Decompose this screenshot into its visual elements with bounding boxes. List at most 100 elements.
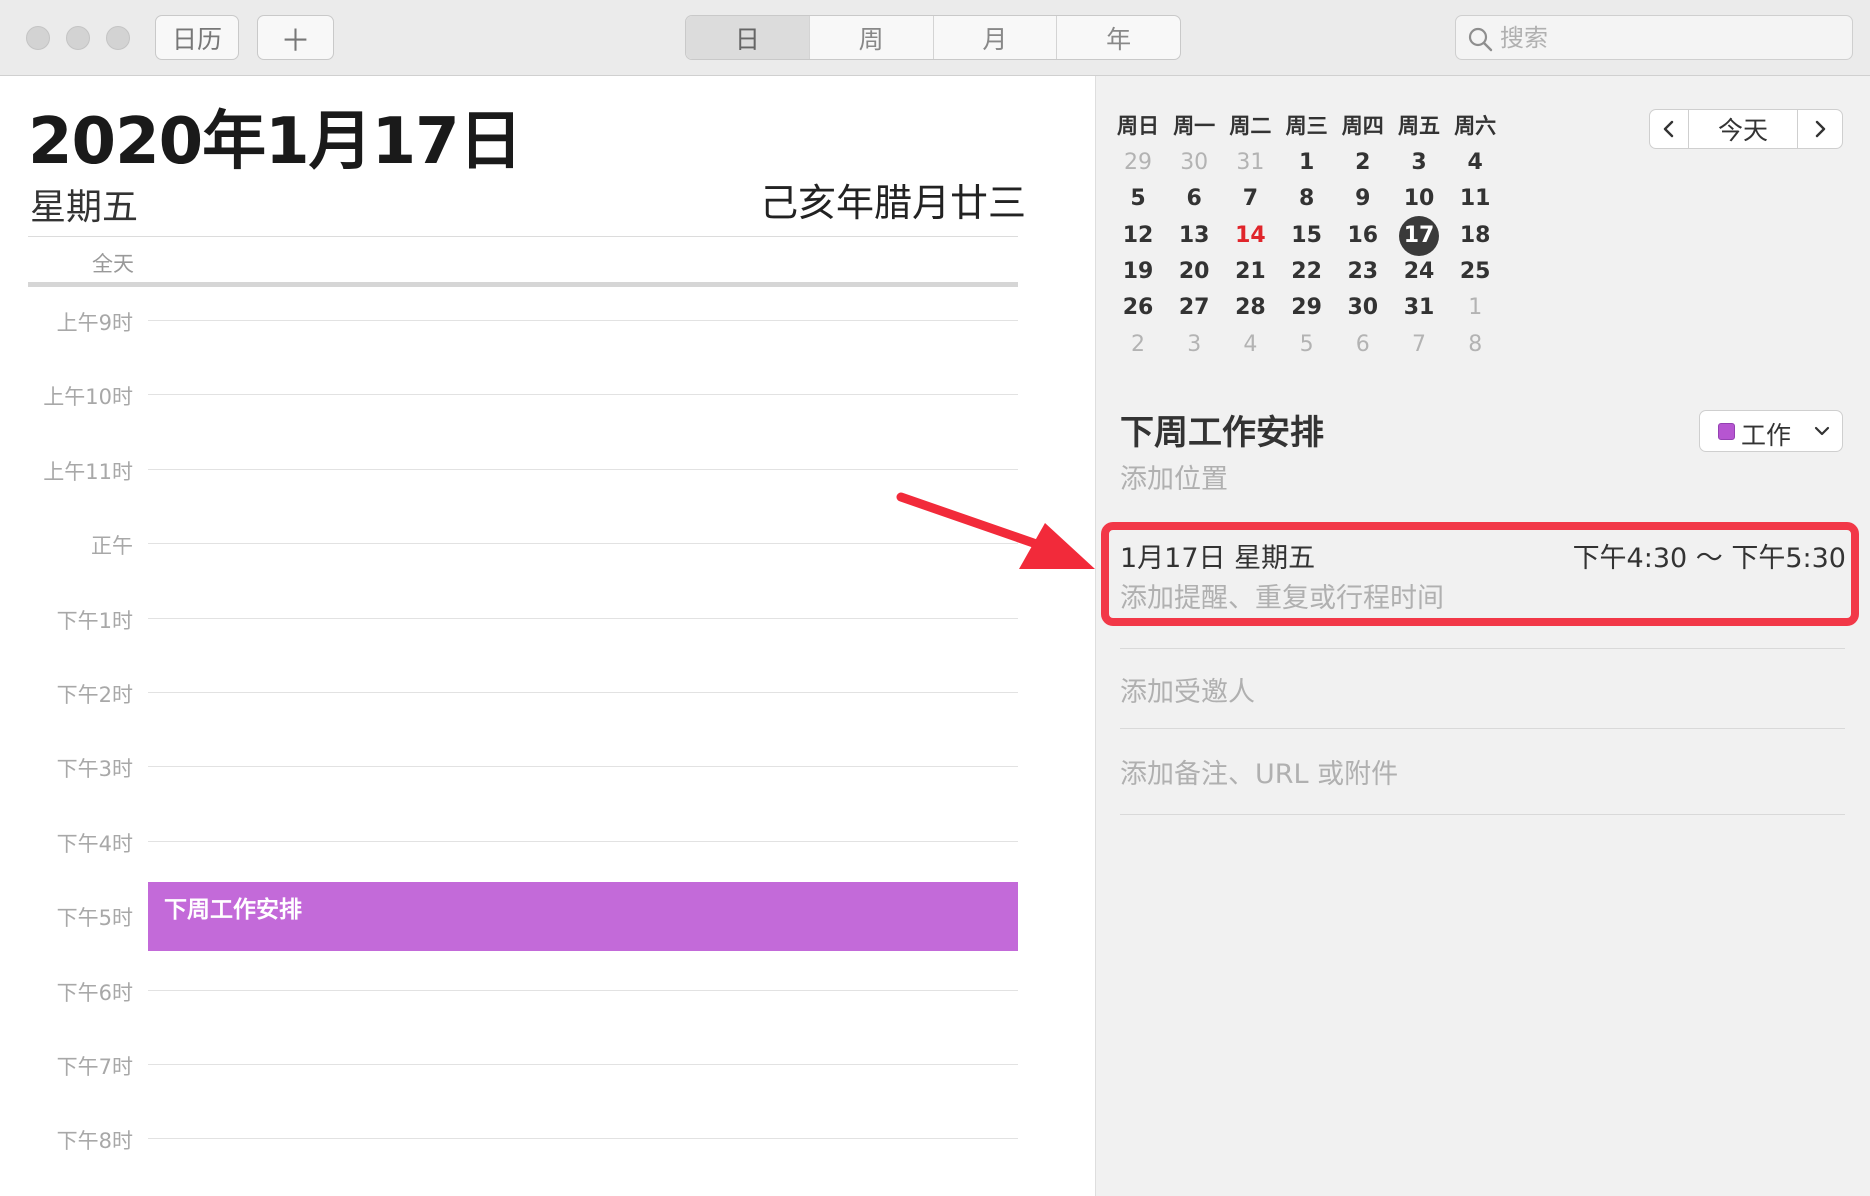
hour-label: 下午6时 [56, 980, 133, 1005]
weekday-header: 周三 [1285, 114, 1328, 138]
zoom-window-button[interactable] [106, 26, 130, 50]
mini-calendar-day[interactable]: 8 [1279, 186, 1335, 211]
hour-line [148, 469, 1018, 470]
mini-calendar-day[interactable]: 10 [1391, 186, 1447, 211]
divider [1120, 728, 1845, 729]
mini-calendar-day[interactable]: 14 [1222, 223, 1278, 248]
mini-calendar-day[interactable]: 16 [1335, 223, 1391, 248]
mini-calendar-day[interactable]: 30 [1335, 295, 1391, 320]
calendar-color-swatch [1718, 423, 1735, 440]
weekday-header: 周一 [1173, 114, 1216, 138]
tab-day[interactable]: 日 [686, 16, 810, 59]
mini-calendar-day[interactable]: 6 [1335, 332, 1391, 357]
weekday-header: 周五 [1398, 114, 1440, 138]
mini-calendar-day[interactable]: 31 [1222, 150, 1278, 175]
all-day-separator [28, 282, 1018, 287]
mini-calendar-day[interactable]: 27 [1166, 295, 1222, 320]
all-day-label[interactable]: 全天 [92, 248, 134, 278]
notes-field[interactable]: 添加备注、URL 或附件 [1120, 752, 1398, 791]
mini-calendar-day[interactable]: 15 [1279, 223, 1335, 248]
divider [28, 236, 1018, 237]
hour-label: 下午7时 [56, 1055, 133, 1079]
hour-line [148, 1064, 1018, 1065]
mini-calendar-day[interactable]: 7 [1222, 186, 1278, 211]
mini-calendar-day[interactable]: 5 [1279, 332, 1335, 357]
calendars-button[interactable]: 日历 [155, 15, 239, 60]
mini-calendar-day[interactable]: 26 [1110, 295, 1166, 320]
mini-calendar-day[interactable]: 2 [1335, 150, 1391, 175]
weekday-header: 周六 [1454, 114, 1497, 138]
mini-calendar-day[interactable]: 2 [1110, 332, 1166, 357]
today-button[interactable]: 今天 [1688, 109, 1798, 149]
chevron-right-icon [1815, 120, 1826, 138]
event-block-title: 下周工作安排 [164, 897, 302, 923]
hour-line [148, 320, 1018, 321]
tab-week[interactable]: 周 [810, 16, 934, 59]
search-icon [1468, 27, 1493, 52]
search-input[interactable] [1500, 20, 1840, 56]
mini-calendar-day[interactable]: 24 [1391, 259, 1447, 284]
mini-calendar-day[interactable]: 29 [1110, 150, 1166, 175]
divider [1120, 648, 1845, 649]
tab-year[interactable]: 年 [1057, 16, 1180, 59]
hour-line [148, 990, 1018, 991]
highlight-annotation-box [1101, 522, 1859, 626]
mini-calendar-day[interactable]: 9 [1335, 186, 1391, 211]
hour-label: 上午11时 [43, 459, 133, 484]
close-window-button[interactable] [26, 26, 50, 50]
mini-calendar-day[interactable]: 1 [1279, 150, 1335, 175]
mini-calendar-day[interactable]: 7 [1391, 332, 1447, 357]
mini-calendar-day[interactable]: 22 [1279, 259, 1335, 284]
hour-label: 下午8时 [56, 1129, 133, 1154]
hour-label: 下午5时 [56, 906, 133, 931]
mini-calendar-day[interactable]: 21 [1222, 259, 1278, 284]
calendar-window: 日历 ＋ 日 周 月 年 2020年1月17日 星期五 己亥年腊月廿三 全天 上… [0, 0, 1870, 1196]
calendar-select[interactable]: 工作 [1699, 410, 1843, 452]
mini-calendar-day[interactable]: 31 [1391, 295, 1447, 320]
mini-calendar-day[interactable]: 4 [1222, 332, 1278, 357]
mini-calendar-day[interactable]: 1 [1447, 295, 1503, 320]
mini-calendar-day[interactable]: 23 [1335, 259, 1391, 284]
calendar-name: 工作 [1741, 421, 1792, 450]
mini-calendar-day[interactable]: 3 [1166, 332, 1222, 357]
mini-calendar-day[interactable]: 20 [1166, 259, 1222, 284]
add-event-button[interactable]: ＋ [257, 15, 334, 60]
mini-calendar-day[interactable]: 19 [1110, 259, 1166, 284]
mini-calendar-day[interactable]: 29 [1279, 295, 1335, 320]
event-title-field[interactable]: 下周工作安排 [1120, 405, 1324, 454]
hour-line [148, 394, 1018, 395]
mini-calendar-day[interactable]: 25 [1447, 259, 1503, 284]
next-month-button[interactable] [1797, 109, 1843, 149]
weekday-header: 周四 [1341, 114, 1384, 138]
mini-calendar-day[interactable]: 17 [1391, 223, 1447, 248]
tab-month[interactable]: 月 [934, 16, 1058, 59]
invitees-field[interactable]: 添加受邀人 [1120, 670, 1255, 709]
mini-calendar-day[interactable]: 28 [1222, 295, 1278, 320]
divider [1120, 814, 1845, 815]
minimize-window-button[interactable] [66, 26, 90, 50]
mini-calendar-day[interactable]: 11 [1447, 186, 1503, 211]
event-block[interactable]: 下周工作安排 [148, 882, 1018, 951]
mini-calendar-day[interactable]: 18 [1447, 223, 1503, 248]
mini-calendar-day[interactable]: 12 [1110, 223, 1166, 248]
mini-calendar-day[interactable]: 6 [1166, 186, 1222, 211]
weekday-label: 星期五 [30, 187, 139, 228]
location-field[interactable]: 添加位置 [1120, 457, 1228, 496]
previous-month-button[interactable] [1649, 109, 1689, 149]
hour-line [148, 543, 1018, 544]
mini-calendar-day[interactable]: 30 [1166, 150, 1222, 175]
chevron-left-icon [1663, 120, 1674, 138]
chevron-down-icon [1814, 426, 1830, 436]
mini-calendar-day[interactable]: 3 [1391, 150, 1447, 175]
mini-calendar-day[interactable]: 13 [1166, 223, 1222, 248]
hour-label: 下午3时 [56, 757, 133, 782]
hour-label: 下午4时 [56, 831, 133, 856]
mini-calendar-day[interactable]: 8 [1447, 332, 1503, 357]
mini-calendar-day[interactable]: 4 [1447, 150, 1503, 175]
hour-line [148, 841, 1018, 842]
hour-label: 下午1时 [56, 608, 133, 633]
hour-line [148, 618, 1018, 619]
search-field[interactable] [1455, 15, 1853, 60]
hour-label: 上午9时 [56, 311, 133, 335]
mini-calendar-day[interactable]: 5 [1110, 186, 1166, 211]
